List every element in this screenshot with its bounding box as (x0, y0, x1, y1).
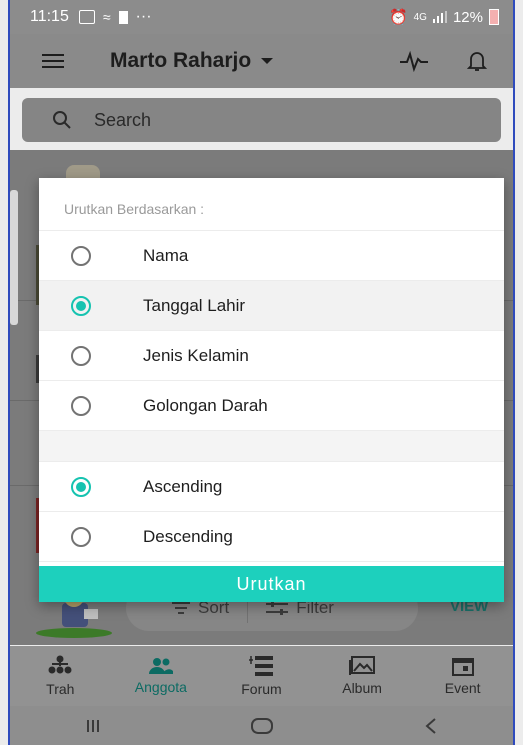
battery-percent: 12% (452, 8, 483, 26)
chevron-down-icon[interactable] (261, 58, 274, 64)
calendar-icon (451, 658, 474, 676)
bell-icon[interactable] (467, 50, 487, 72)
nav-item-anggota[interactable]: Anggota (116, 657, 206, 695)
tree-icon (48, 655, 72, 674)
nav-item-forum[interactable]: Forum (216, 655, 306, 697)
section-separator (39, 431, 504, 462)
radio-button[interactable] (71, 345, 91, 366)
sim-notification-icon (118, 10, 128, 24)
sort-dialog: Urutkan Berdasarkan : Nama Tanggal Lahir… (39, 178, 504, 602)
option-label: Ascending (143, 476, 223, 496)
status-bar: 11:15 ≈ ··· ⏰ 4G 12% (10, 0, 513, 34)
status-time: 11:15 (30, 8, 69, 25)
nav-label: Anggota (134, 679, 187, 695)
order-option-descending[interactable]: Descending (39, 512, 504, 562)
phone-screen: 11:15 ≈ ··· ⏰ 4G 12% Marto Raharjo Searc… (0, 0, 523, 745)
nav-label: Event (444, 680, 481, 696)
album-icon (349, 656, 376, 675)
nav-item-trah[interactable]: Trah (15, 655, 105, 697)
gallery-notification-icon (78, 10, 95, 24)
people-icon (148, 658, 173, 674)
filter-icon (266, 601, 289, 615)
home-icon[interactable] (250, 717, 274, 735)
search-bar[interactable]: Search (22, 98, 501, 142)
signal-icon (432, 11, 447, 23)
sort-option-golongan-darah[interactable]: Golongan Darah (39, 381, 504, 431)
option-label: Jenis Kelamin (143, 345, 249, 365)
scroll-edge (10, 190, 18, 325)
radio-button[interactable] (71, 526, 91, 547)
sort-submit-button[interactable]: Urutkan (39, 566, 504, 602)
option-label: Golongan Darah (143, 395, 268, 415)
sort-icon (172, 602, 190, 614)
account-title[interactable]: Marto Raharjo (110, 49, 251, 73)
forum-icon (249, 656, 274, 676)
activity-icon[interactable] (399, 50, 429, 72)
back-icon[interactable] (424, 717, 438, 735)
order-option-ascending[interactable]: Ascending (39, 462, 504, 512)
system-nav-bar (10, 706, 513, 745)
option-label: Descending (143, 526, 233, 546)
sort-option-tanggal-lahir[interactable]: Tanggal Lahir (39, 281, 504, 331)
dialog-title: Urutkan Berdasarkan : (39, 178, 504, 231)
nav-label: Trah (46, 681, 75, 697)
recent-apps-icon[interactable] (85, 718, 101, 734)
search-icon (53, 111, 71, 129)
option-label: Tanggal Lahir (143, 295, 246, 315)
search-placeholder: Search (94, 109, 152, 130)
bottom-nav: Trah Anggota Forum Album Event (10, 646, 513, 706)
sort-option-nama[interactable]: Nama (39, 231, 504, 281)
nav-item-event[interactable]: Event (418, 656, 508, 696)
network-type: 4G (413, 11, 427, 23)
nav-item-album[interactable]: Album (317, 656, 407, 696)
option-label: Nama (143, 245, 189, 265)
sort-option-jenis-kelamin[interactable]: Jenis Kelamin (39, 331, 504, 381)
cast-notification-icon: ≈ (102, 9, 111, 25)
menu-icon[interactable] (42, 54, 64, 68)
battery-icon (489, 9, 499, 25)
radio-button-selected[interactable] (71, 295, 91, 316)
radio-button[interactable] (71, 395, 91, 416)
app-bar: Marto Raharjo (10, 34, 513, 88)
radio-button[interactable] (71, 245, 91, 266)
radio-button-selected[interactable] (71, 476, 91, 497)
nav-label: Album (342, 680, 382, 696)
more-notifications-icon: ··· (135, 8, 152, 25)
nav-label: Forum (241, 681, 282, 697)
alarm-icon: ⏰ (388, 9, 408, 26)
